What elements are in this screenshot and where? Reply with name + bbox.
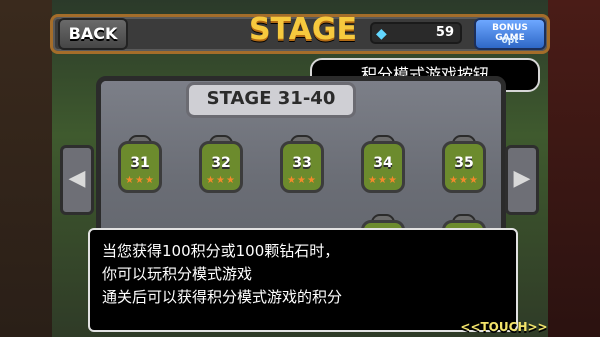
level-button-31[interactable]: 31 ★★★ [114, 135, 166, 197]
left-arrow-icon: ◀ [68, 166, 86, 191]
tooltip-line-3: 通关后可以获得积分模式游戏的积分 [102, 288, 343, 306]
gem-counter: ◆ 59 [370, 22, 462, 44]
next-page-button[interactable]: ▶ [505, 145, 539, 215]
left-decoration [0, 0, 52, 337]
level-button-33[interactable]: 33 ★★★ [276, 135, 328, 197]
level-button-32[interactable]: 32 ★★★ [195, 135, 247, 197]
level-stars: ★★★ [206, 175, 236, 186]
touch-prompt[interactable]: <<TOUCH>> [456, 320, 552, 336]
level-number: 31 [130, 155, 150, 171]
level-button-34[interactable]: 34 ★★★ [357, 135, 409, 197]
level-stars: ★★★ [368, 175, 398, 186]
stage-title-text: STAGE [248, 12, 358, 47]
gem-count: 59 [435, 25, 454, 40]
bonus-game-points: 0pt [501, 36, 519, 46]
bonus-game-button[interactable]: BONUS GAME 0pt [474, 18, 546, 50]
tooltip-bonus-info: 当您获得100积分或100颗钻石时， 你可以玩积分模式游戏 通关后可以获得积分模… [88, 228, 518, 332]
level-stars: ★★★ [287, 175, 317, 186]
touch-label: <<TOUCH>> [460, 320, 548, 334]
right-arrow-icon: ▶ [513, 166, 531, 191]
prev-page-button[interactable]: ◀ [60, 145, 94, 215]
right-decoration [548, 0, 600, 337]
game-scene: BACK STAGE ◆ 59 BONUS GAME 0pt 积分模式游戏按钮 … [0, 0, 600, 337]
back-button[interactable]: BACK [58, 18, 128, 50]
level-button-35[interactable]: 35 ★★★ [438, 135, 490, 197]
level-number: 33 [292, 155, 312, 171]
stage-range-label: STAGE 31-40 [206, 88, 336, 109]
diamond-icon: ◆ [376, 26, 387, 42]
tooltip-line-2: 你可以玩积分模式游戏 [102, 265, 253, 283]
level-number: 35 [454, 155, 474, 171]
back-button-label: BACK [68, 24, 118, 43]
level-number: 32 [211, 155, 231, 171]
stage-title: STAGE [248, 12, 358, 52]
level-stars: ★★★ [125, 175, 155, 186]
tooltip-line-1: 当您获得100积分或100颗钻石时， [102, 242, 340, 260]
level-number: 34 [373, 155, 393, 171]
level-stars: ★★★ [449, 175, 479, 186]
stage-range-banner: STAGE 31-40 [186, 82, 356, 118]
